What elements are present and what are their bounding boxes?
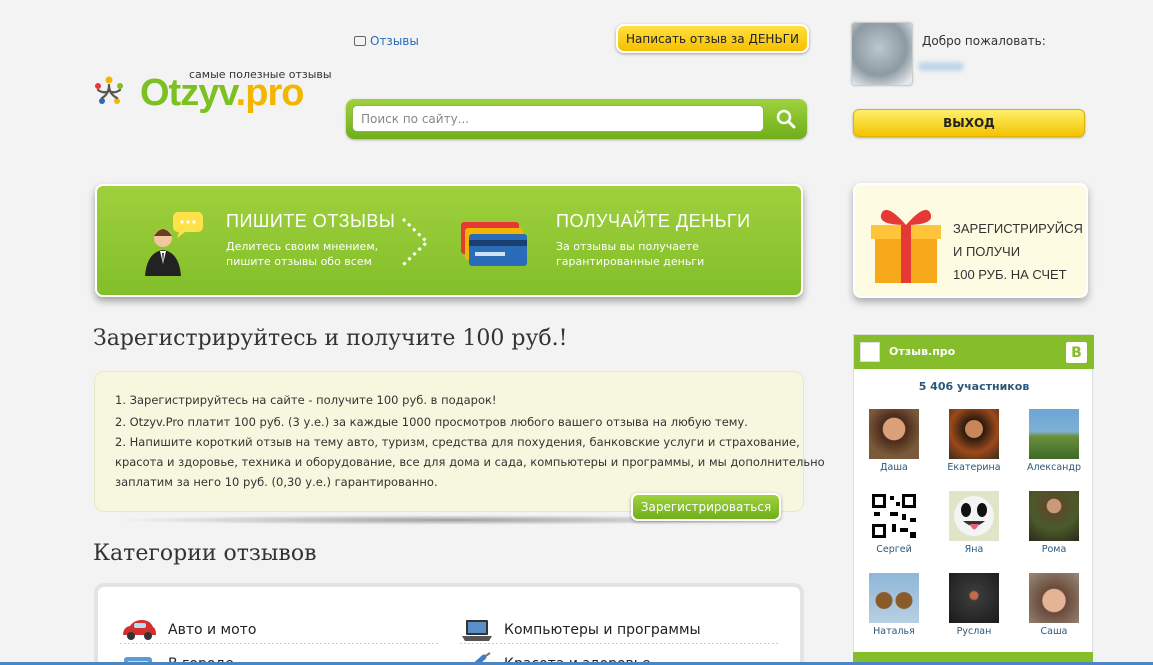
register-info-box: 1. Зарегистрируйтесь на сайте - получите…: [94, 371, 825, 512]
category-computers[interactable]: Компьютеры и программы: [460, 617, 701, 643]
welcome-text: Добро пожаловать:: [922, 34, 1046, 48]
register-heading: Зарегистрируйтесь и получите 100 руб.!: [93, 326, 568, 351]
reviews-link[interactable]: Отзывы: [354, 34, 419, 48]
banner-write-sub1: Делитесь своим мнением,: [226, 240, 379, 253]
vk-logo-icon[interactable]: B: [1066, 342, 1087, 363]
member-name: Даша: [880, 462, 908, 473]
vk-widget-header: Отзыв.про B: [854, 335, 1094, 369]
member-name: Руслан: [956, 626, 992, 637]
vk-member[interactable]: Екатерина: [939, 409, 1009, 473]
category-divider: [120, 643, 440, 644]
vk-member[interactable]: Рома: [1019, 491, 1089, 555]
reviews-link-label: Отзывы: [370, 34, 419, 48]
logo-text: Otzyv.pro: [140, 72, 305, 115]
vk-member[interactable]: Саша: [1019, 573, 1089, 637]
search-input[interactable]: [352, 105, 764, 132]
member-name: Наталья: [873, 626, 915, 637]
vk-group-title[interactable]: Отзыв.про: [889, 345, 955, 358]
banner-money-sub2: гарантированные деньги: [556, 255, 705, 268]
banner-money-sub1: За отзывы вы получаете: [556, 240, 699, 253]
register-line-4: красота и здоровье, техника и оборудован…: [115, 455, 825, 469]
member-photo: [1029, 573, 1079, 623]
user-avatar[interactable]: [851, 22, 913, 86]
member-name: Екатерина: [947, 462, 1001, 473]
comment-icon: [354, 36, 366, 46]
search-button[interactable]: [770, 103, 802, 135]
member-name: Рома: [1041, 544, 1067, 555]
laptop-icon: [462, 620, 492, 641]
site-logo[interactable]: самые полезные отзывы Otzyv.pro: [92, 66, 332, 126]
member-name: Александр: [1026, 462, 1081, 473]
member-photo: [949, 573, 999, 623]
category-divider: [460, 643, 780, 644]
category-label: Авто и мото: [168, 622, 257, 638]
vk-member[interactable]: Сергей: [859, 491, 929, 555]
member-name: Яна: [964, 544, 984, 555]
member-photo: [949, 409, 999, 459]
category-label: Компьютеры и программы: [504, 622, 701, 638]
vk-member[interactable]: Яна: [939, 491, 1009, 555]
car-icon: [123, 620, 156, 640]
register-line-5: заплатим за него 10 руб. (0,30 у.е.) гар…: [115, 475, 438, 489]
member-name: Саша: [1040, 626, 1068, 637]
promo-banner[interactable]: ПИШИТЕ ОТЗЫВЫ Делитесь своим мнением, пи…: [95, 184, 803, 297]
vk-member[interactable]: Наталья: [859, 573, 929, 637]
gift-line1: ЗАРЕГИСТРИРУЙСЯ: [953, 221, 1083, 236]
member-photo: [1029, 491, 1079, 541]
categories-heading: Категории отзывов: [93, 541, 317, 566]
banner-write-sub2: пишите отзывы обо всем: [226, 255, 372, 268]
member-photo-qr: [869, 491, 919, 541]
vk-member[interactable]: Руслан: [939, 573, 1009, 637]
categories-box: Авто и мото Компьютеры и программы В гор…: [94, 583, 804, 665]
vk-group-widget: Отзыв.про B 5 406 участников Даша Екатер…: [853, 334, 1094, 665]
logo-people-icon: [95, 76, 123, 104]
search-bar: [346, 99, 807, 139]
logo-text-main: Otzyv: [140, 72, 237, 114]
chevron-right-icon: [401, 217, 430, 267]
gift-box-icon: [871, 209, 941, 283]
category-auto-moto[interactable]: Авто и мото: [120, 617, 256, 643]
write-review-for-money-button[interactable]: Написать отзыв за ДЕНЬГИ: [616, 24, 809, 53]
gift-text: ЗАРЕГИСТРИРУЙСЯ И ПОЛУЧИ 100 РУБ. НА СЧЕ…: [953, 217, 1083, 286]
vk-member[interactable]: Александр: [1019, 409, 1089, 473]
banner-write-title: ПИШИТЕ ОТЗЫВЫ: [226, 211, 396, 231]
member-photo: [869, 573, 919, 623]
gift-promo-panel[interactable]: ЗАРЕГИСТРИРУЙСЯ И ПОЛУЧИ 100 РУБ. НА СЧЕ…: [853, 183, 1088, 298]
gift-line3: 100 РУБ. НА СЧЕТ: [953, 267, 1067, 282]
member-photo: [1029, 409, 1079, 459]
register-button[interactable]: Зарегистрироваться: [631, 493, 781, 521]
vk-members-count[interactable]: 5 406 участников: [854, 380, 1094, 393]
gift-line2: И ПОЛУЧИ: [953, 244, 1021, 259]
logout-button[interactable]: ВЫХОД: [853, 109, 1085, 137]
member-name: Сергей: [876, 544, 912, 555]
logo-text-domain: .pro: [235, 72, 305, 114]
money-cards-icon: [461, 222, 527, 266]
group-logo-thumbnail[interactable]: [860, 342, 880, 362]
search-icon: [776, 109, 796, 129]
vk-member[interactable]: Даша: [859, 409, 929, 473]
support-man-icon: [145, 212, 203, 276]
register-line-3: 2. Напишите короткий отзыв на тему авто,…: [115, 435, 800, 449]
member-photo: [869, 409, 919, 459]
register-line-1: 1. Зарегистрируйтесь на сайте - получите…: [115, 393, 497, 407]
banner-money-title: ПОЛУЧАЙТЕ ДЕНЬГИ: [556, 211, 751, 231]
username-blurred[interactable]: [918, 62, 964, 71]
member-photo-smiley: [949, 491, 999, 541]
register-line-2: 2. Otzyv.Pro платит 100 руб. (3 у.е.) за…: [115, 415, 748, 429]
